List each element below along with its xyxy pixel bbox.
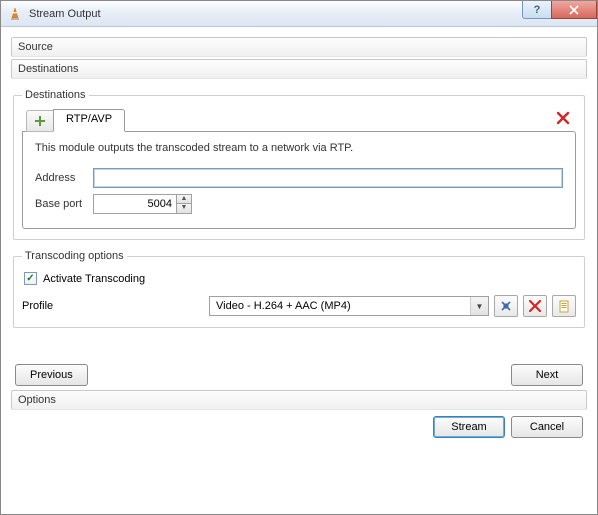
previous-button[interactable]: Previous — [15, 364, 88, 386]
activate-transcoding-checkbox[interactable]: ✓ — [24, 272, 37, 285]
baseport-up[interactable]: ▲ — [176, 194, 192, 204]
profile-value: Video - H.264 + AAC (MP4) — [216, 300, 351, 312]
stream-button[interactable]: Stream — [433, 416, 505, 438]
chevron-down-icon: ▼ — [470, 297, 488, 315]
destinations-group-label: Destinations — [22, 89, 89, 101]
destinations-group: Destinations RTP/AVP This module outputs… — [13, 89, 585, 240]
address-label: Address — [35, 172, 93, 184]
profile-label: Profile — [22, 300, 82, 312]
destination-description: This module outputs the transcoded strea… — [35, 142, 563, 154]
help-button[interactable]: ? — [522, 1, 552, 19]
section-destinations[interactable]: Destinations — [11, 59, 587, 79]
next-button[interactable]: Next — [511, 364, 583, 386]
close-button[interactable] — [551, 1, 597, 19]
remove-destination-button[interactable] — [556, 111, 576, 130]
section-source[interactable]: Source — [11, 37, 587, 57]
new-profile-button[interactable] — [552, 295, 576, 317]
baseport-down[interactable]: ▼ — [176, 204, 192, 214]
cancel-button[interactable]: Cancel — [511, 416, 583, 438]
transcoding-group-label: Transcoding options — [22, 250, 127, 262]
destination-panel: This module outputs the transcoded strea… — [22, 131, 576, 229]
delete-profile-button[interactable] — [523, 295, 547, 317]
baseport-label: Base port — [35, 198, 93, 210]
section-options[interactable]: Options — [11, 390, 587, 410]
titlebar: Stream Output ? — [1, 1, 597, 27]
profile-select[interactable]: Video - H.264 + AAC (MP4) ▼ — [209, 296, 489, 316]
transcoding-group: Transcoding options ✓ Activate Transcodi… — [13, 250, 585, 328]
vlc-cone-icon — [7, 6, 23, 22]
add-destination-tab[interactable] — [26, 110, 54, 132]
window-title: Stream Output — [29, 8, 101, 20]
activate-transcoding-label: Activate Transcoding — [43, 273, 145, 285]
tab-rtp-avp[interactable]: RTP/AVP — [53, 109, 125, 132]
edit-profile-button[interactable] — [494, 295, 518, 317]
address-input[interactable] — [93, 168, 563, 188]
baseport-input[interactable] — [93, 194, 177, 214]
